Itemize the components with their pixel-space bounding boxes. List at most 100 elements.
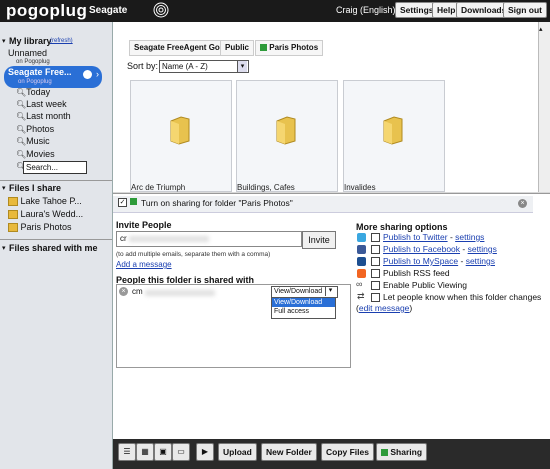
upload-button[interactable]: Upload: [218, 443, 257, 461]
sort-select[interactable]: Name (A - Z): [159, 60, 249, 73]
grid-view-icon[interactable]: ▦: [136, 443, 154, 461]
device-arrow-icon[interactable]: ›: [96, 69, 99, 79]
selected-device-sub: on Pogoplug: [18, 79, 52, 85]
sign-out-button[interactable]: Sign out: [503, 2, 547, 18]
breadcrumb-device[interactable]: Seagate FreeAgent Go: [129, 40, 225, 56]
refresh-link[interactable]: (refresh): [50, 38, 73, 44]
share-icon: [260, 44, 267, 52]
sharing-button-label: Sharing: [390, 447, 423, 457]
breadcrumb-paris-photos[interactable]: Paris Photos: [255, 40, 324, 56]
sharing-button[interactable]: Sharing: [376, 443, 428, 461]
myspace-icon: [357, 257, 366, 266]
turn-on-sharing-checkbox[interactable]: ✓: [118, 198, 127, 207]
search-input[interactable]: Search...: [23, 161, 87, 174]
shared-item-paris-photos[interactable]: Paris Photos: [8, 222, 72, 233]
edit-message-link[interactable]: edit message: [359, 303, 410, 313]
filter-last-week[interactable]: 🔍︎Last week: [16, 99, 67, 109]
files-shared-with-me-heading: Files shared with me: [9, 243, 98, 253]
scroll-up-icon[interactable]: ▴: [539, 25, 543, 33]
access-dropdown-list: View/Download Full access: [271, 297, 336, 319]
folder-icon: [383, 116, 403, 145]
invite-button[interactable]: Invite: [302, 231, 336, 249]
folder-label: Invalides: [344, 183, 376, 192]
list-view-icon[interactable]: ☰: [118, 443, 136, 461]
publish-twitter-link[interactable]: Publish to Twitter: [383, 232, 448, 242]
link-icon: ∞: [356, 279, 363, 289]
facebook-checkbox[interactable]: [371, 245, 380, 254]
play-icon[interactable]: ▶: [196, 443, 214, 461]
shared-item-label: Lake Tahoe P...: [20, 196, 82, 206]
chevron-down-icon[interactable]: ▾: [237, 61, 247, 72]
myspace-settings-link[interactable]: settings: [466, 256, 495, 266]
twitter-settings-link[interactable]: settings: [455, 232, 484, 242]
notify-checkbox[interactable]: [371, 293, 380, 302]
filter-today[interactable]: 🔍︎Today: [16, 87, 50, 97]
facebook-settings-link[interactable]: settings: [468, 244, 497, 254]
scrollbar[interactable]: [538, 22, 550, 192]
shared-email: cm: [132, 287, 143, 296]
breadcrumb-public[interactable]: Public: [220, 40, 255, 56]
add-message-link[interactable]: Add a message: [116, 260, 172, 269]
filter-last-month-label: Last month: [26, 111, 71, 121]
folder-icon: [8, 210, 18, 220]
notify-label: Let people know when this folder changes: [383, 292, 542, 302]
filter-photos-label: Photos: [26, 124, 55, 134]
collapse-arrow-icon[interactable]: ▾: [2, 184, 6, 192]
myspace-option: Publish to MySpace - settings: [383, 256, 495, 266]
eject-icon[interactable]: [83, 70, 92, 79]
files-i-share-heading: Files I share: [9, 183, 62, 193]
search-icon: 🔍︎: [16, 137, 27, 146]
folder-label: Buildings, Cafes: [237, 183, 295, 192]
share-icon: [130, 198, 137, 205]
close-icon[interactable]: ×: [518, 199, 527, 208]
filter-today-label: Today: [26, 87, 51, 97]
thumbnail-view-icon[interactable]: ▣: [154, 443, 172, 461]
search-icon: 🔍︎: [16, 88, 27, 97]
myspace-checkbox[interactable]: [371, 257, 380, 266]
collapse-arrow-icon[interactable]: ▾: [2, 244, 6, 252]
filter-music[interactable]: 🔍︎Music: [16, 136, 50, 146]
redacted-email: [145, 290, 215, 296]
collapse-arrow-icon[interactable]: ▾: [2, 37, 6, 45]
shared-item-lauras-wedding[interactable]: Laura's Wedd...: [8, 209, 83, 220]
access-value: View/Download: [274, 288, 323, 295]
sort-value: Name (A - Z): [162, 62, 208, 71]
edit-message: (edit message): [356, 303, 413, 313]
seagate-brand: Seagate: [89, 5, 128, 16]
public-viewing-label: Enable Public Viewing: [383, 280, 467, 290]
pogoplug-logo[interactable]: pogoplug: [6, 1, 87, 21]
chevron-down-icon[interactable]: ▾: [325, 286, 335, 296]
folder-icon: [276, 116, 296, 145]
filter-photos[interactable]: 🔍︎Photos: [16, 124, 54, 134]
breadcrumb-label: Paris Photos: [269, 43, 319, 52]
invite-hint: (to add multiple emails, separate them w…: [116, 251, 271, 258]
shared-item-lake-tahoe[interactable]: Lake Tahoe P...: [8, 196, 82, 207]
folder-icon: [8, 223, 18, 233]
turn-on-sharing-label: Turn on sharing for folder "Paris Photos…: [141, 198, 293, 208]
folder-icon: [8, 197, 18, 207]
selected-device-label: Seagate Free...: [8, 67, 72, 77]
device-unnamed[interactable]: Unnamed: [8, 48, 47, 58]
invite-email-value: cr: [120, 234, 127, 243]
gallery-view-icon[interactable]: ▭: [172, 443, 190, 461]
rss-icon: [357, 269, 366, 278]
publish-myspace-link[interactable]: Publish to MySpace: [383, 256, 458, 266]
access-option-full-access[interactable]: Full access: [272, 307, 335, 316]
invite-email-input[interactable]: cr: [116, 231, 302, 247]
public-viewing-checkbox[interactable]: [371, 281, 380, 290]
new-folder-button[interactable]: New Folder: [261, 443, 317, 461]
twitter-checkbox[interactable]: [371, 233, 380, 242]
filter-last-week-label: Last week: [26, 99, 67, 109]
filter-movies[interactable]: 🔍︎Movies: [16, 149, 55, 159]
shared-item-label: Paris Photos: [20, 222, 72, 232]
search-icon: 🔍︎: [16, 112, 27, 121]
rss-checkbox[interactable]: [371, 269, 380, 278]
remove-person-icon[interactable]: ×: [119, 287, 128, 296]
publish-facebook-link[interactable]: Publish to Facebook: [383, 244, 460, 254]
twitter-icon: [357, 233, 366, 242]
folder-icon: [170, 116, 190, 145]
sidebar-divider: [0, 180, 112, 181]
copy-files-button[interactable]: Copy Files: [321, 443, 374, 461]
filter-last-month[interactable]: 🔍︎Last month: [16, 111, 71, 121]
access-option-view-download[interactable]: View/Download: [272, 298, 335, 307]
